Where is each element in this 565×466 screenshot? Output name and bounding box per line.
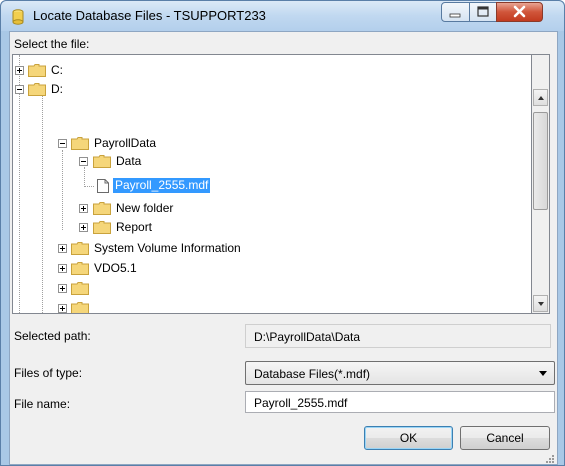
scroll-up-button[interactable] [533,89,548,106]
expand-icon[interactable] [58,264,67,273]
folder-icon [71,302,89,313]
tree-node-report[interactable]: Report [13,218,313,236]
tree-node-label: C: [51,63,63,77]
expand-icon[interactable] [58,284,67,293]
file-name-input[interactable]: Payroll_2555.mdf [245,391,555,413]
collapse-icon[interactable] [58,139,67,148]
dropdown-arrow-icon [539,371,547,376]
tree-node-label-selected: Payroll_2555.mdf [113,178,211,193]
folder-icon [28,83,46,96]
files-of-type-select[interactable]: Database Files(*.mdf) [245,361,555,385]
scroll-up-icon [538,96,544,100]
tree-node-payroll-file[interactable]: Payroll_2555.mdf [13,177,313,195]
expand-icon[interactable] [79,223,88,232]
close-icon [513,5,526,18]
tree-node-vdo[interactable]: VDO5.1 [13,259,313,277]
folder-icon [71,262,89,275]
maximize-button[interactable] [469,2,497,22]
tree-node-label: System Volume Information [94,241,241,255]
scroll-thumb[interactable] [533,112,548,210]
tree-node-label: Data [116,154,142,168]
tree-node-unnamed-folder[interactable] [13,299,113,313]
cancel-button[interactable]: Cancel [460,426,550,450]
tree-node-payrolldata[interactable]: PayrollData [13,134,313,152]
file-tree[interactable]: C: D: PayrollData Data Payroll_2555.mdf … [12,54,532,314]
expand-icon[interactable] [79,204,88,213]
folder-icon [71,282,89,295]
tree-node-label: VDO5.1 [94,261,137,275]
tree-node-unnamed-folder[interactable] [13,279,113,297]
tree-node-label: Report [116,220,153,234]
files-of-type-label: Files of type: [14,366,83,380]
maximize-icon [477,6,489,17]
tree-node-data[interactable]: Data [13,152,313,170]
folder-icon [71,242,89,255]
select-file-label: Select the file: [14,37,90,51]
scroll-down-icon [538,302,544,306]
title-bar[interactable]: Locate Database Files - TSUPPORT233 [1,1,564,31]
tree-node-label: PayrollData [94,136,157,150]
ok-button[interactable]: OK [364,426,453,450]
expand-icon[interactable] [58,304,67,313]
minimize-button[interactable] [441,2,470,22]
collapse-icon[interactable] [79,157,88,166]
expand-icon[interactable] [58,244,67,253]
folder-icon [71,137,89,150]
dialog-window: Locate Database Files - TSUPPORT233 Sele… [0,0,565,466]
minimize-icon [449,13,461,18]
tree-node-system-volume-information[interactable]: System Volume Information [13,239,333,257]
expand-icon[interactable] [15,66,24,75]
resize-grip-icon[interactable] [545,454,555,464]
files-of-type-value: Database Files(*.mdf) [254,367,371,381]
tree-node-new-folder[interactable]: New folder [13,199,313,217]
collapse-icon[interactable] [15,85,24,94]
selected-path-field: D:\PayrollData\Data [245,324,551,348]
file-name-label: File name: [14,397,71,411]
folder-icon [93,155,111,168]
tree-node-label: New folder [116,201,174,215]
folder-icon [28,64,46,77]
scroll-down-button[interactable] [533,295,548,312]
folder-icon [93,202,111,215]
folder-icon [93,221,111,234]
tree-node-c[interactable]: C: [13,61,213,79]
tree-node-label: D: [51,82,63,96]
window-title: Locate Database Files - TSUPPORT233 [33,8,266,23]
tree-node-d[interactable]: D: [13,80,213,98]
file-icon [97,179,109,193]
selected-path-label: Selected path: [14,329,91,343]
close-button[interactable] [496,2,543,22]
tree-scrollbar[interactable] [532,54,550,314]
database-icon [12,9,24,25]
